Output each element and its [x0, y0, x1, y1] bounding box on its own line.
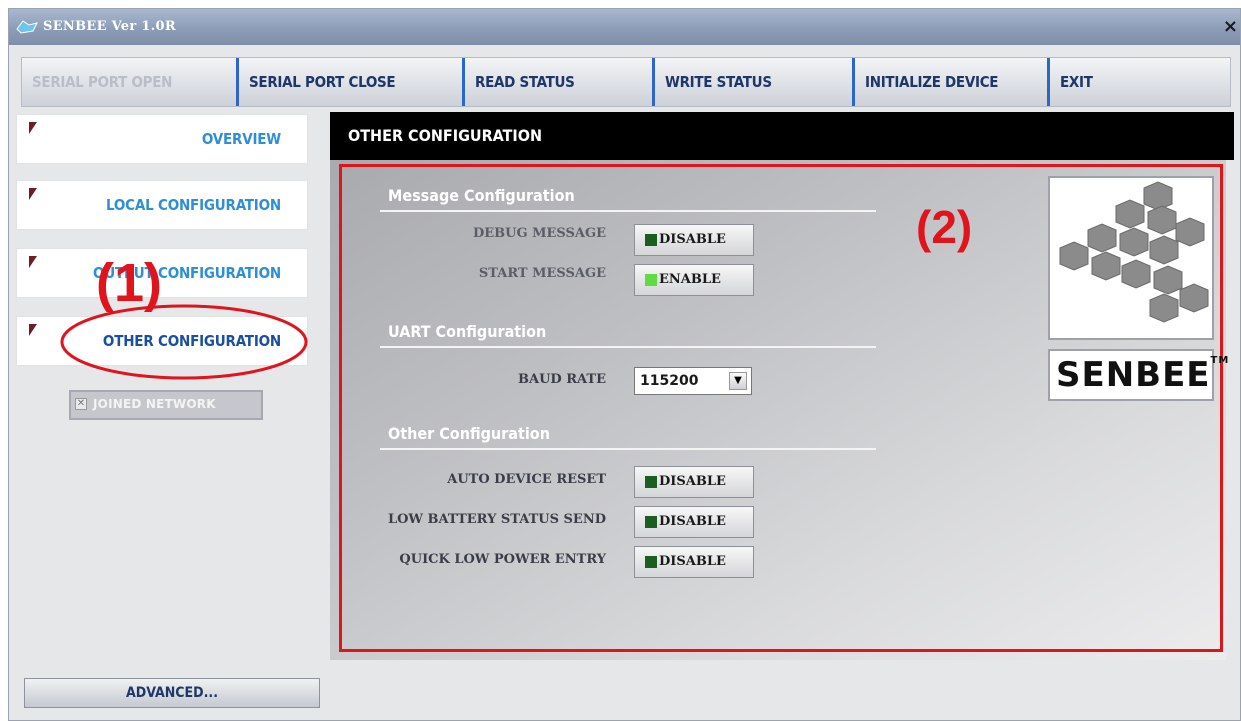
hexagon-logo-icon: [1059, 181, 1209, 323]
annotation-ellipse: [60, 304, 308, 380]
brand-text: SENBEE: [1056, 355, 1211, 395]
panel-header: OTHER CONFIGURATION: [330, 112, 1234, 160]
senbee-logo: [1048, 176, 1214, 340]
exit-button[interactable]: EXIT: [1047, 58, 1227, 106]
app-icon: [16, 20, 38, 34]
triangle-icon: [29, 188, 37, 200]
toolbar: SERIAL PORT OPEN SERIAL PORT CLOSE READ …: [21, 57, 1231, 107]
window-title: SENBEE Ver 1.0R: [43, 19, 176, 34]
title-bar: SENBEE Ver 1.0R ×: [9, 9, 1240, 45]
write-status-button[interactable]: WRITE STATUS: [652, 58, 848, 106]
joined-network-label: JOINED NETWORK: [93, 397, 216, 411]
main-panel: OTHER CONFIGURATION Message Configuratio…: [330, 112, 1234, 706]
checkbox-icon: ✕: [75, 398, 87, 410]
sidebar-item-label: LOCAL CONFIGURATION: [106, 196, 281, 214]
annotation-2: (2): [916, 201, 973, 253]
serial-port-open-button[interactable]: SERIAL PORT OPEN: [22, 58, 236, 106]
panel-title: OTHER CONFIGURATION: [348, 126, 542, 145]
triangle-icon: [29, 256, 37, 268]
serial-port-close-button[interactable]: SERIAL PORT CLOSE: [236, 58, 426, 106]
sidebar-item-overview[interactable]: OVERVIEW: [16, 114, 308, 164]
sidebar-item-output-configuration[interactable]: OUTPUT CONFIGURATION: [16, 248, 308, 298]
joined-network-indicator: ✕ JOINED NETWORK: [69, 390, 263, 420]
senbee-wordmark: SENBEETM: [1048, 349, 1228, 401]
triangle-icon: [29, 324, 37, 336]
triangle-icon: [29, 122, 37, 134]
sidebar-item-local-configuration[interactable]: LOCAL CONFIGURATION: [16, 180, 308, 230]
initialize-device-button[interactable]: INITIALIZE DEVICE: [852, 58, 1047, 106]
trademark-text: TM: [1210, 355, 1230, 366]
advanced-button[interactable]: ADVANCED...: [24, 678, 320, 708]
read-status-button[interactable]: READ STATUS: [462, 58, 652, 106]
close-icon[interactable]: ×: [1223, 16, 1238, 37]
sidebar-item-label: OVERVIEW: [201, 130, 281, 148]
